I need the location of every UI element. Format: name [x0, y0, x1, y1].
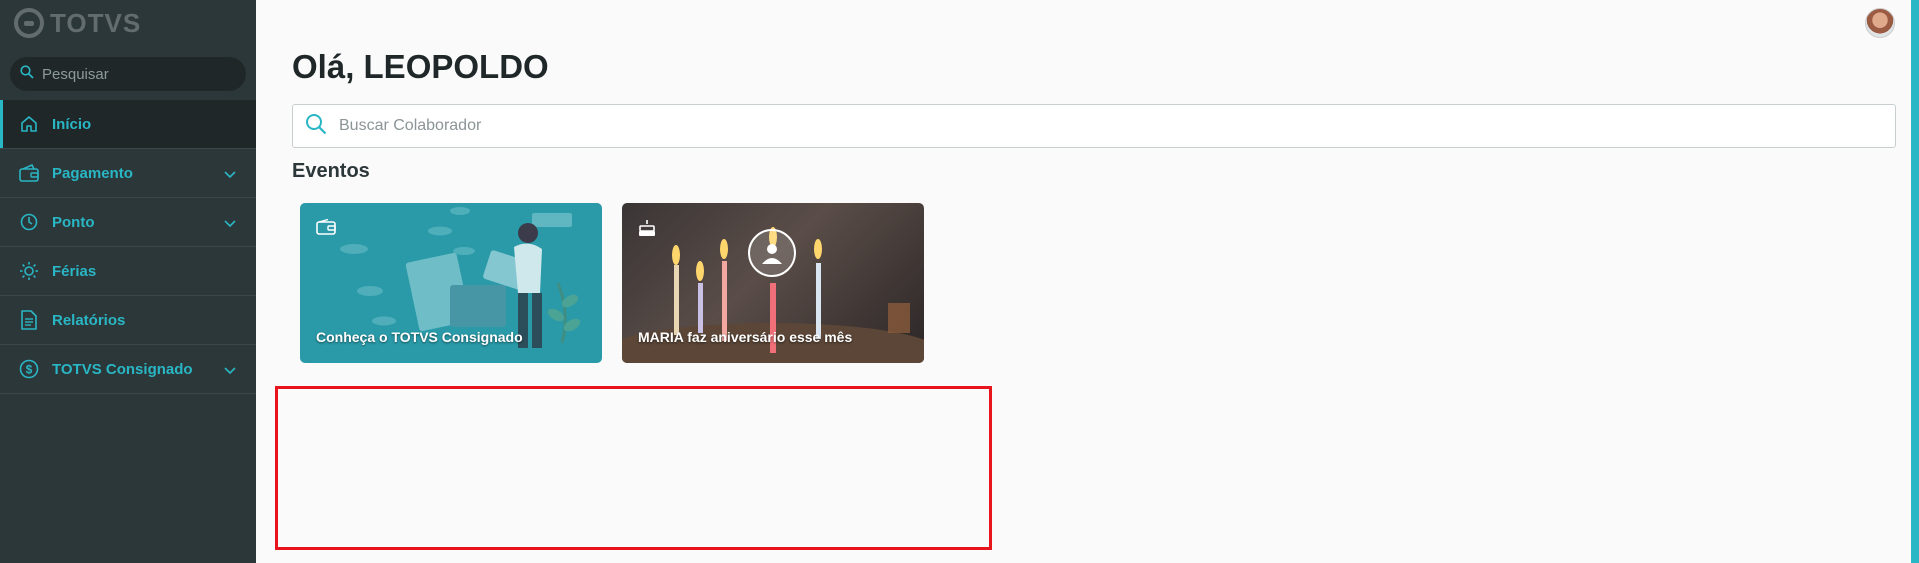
- svg-text:$: $: [26, 363, 33, 377]
- page-title: Olá, LEOPOLDO: [292, 48, 549, 85]
- person-avatar-icon: [748, 229, 796, 277]
- chevron-down-icon[interactable]: [224, 362, 236, 380]
- sidebar-item-inicio[interactable]: Início: [0, 100, 256, 149]
- search-icon: [305, 113, 327, 140]
- sidebar-item-ferias[interactable]: Férias: [0, 247, 256, 296]
- sidebar-item-label: Relatórios: [52, 311, 126, 329]
- sidebar-item-relatorios[interactable]: Relatórios: [0, 296, 256, 345]
- sun-icon: [18, 260, 40, 282]
- document-icon: [18, 309, 40, 331]
- sidebar-item-ponto[interactable]: Ponto: [0, 198, 256, 247]
- wallet-icon: [18, 162, 40, 184]
- sidebar-search[interactable]: [10, 57, 246, 91]
- sidebar-item-label: Férias: [52, 262, 97, 280]
- chevron-down-icon[interactable]: [224, 215, 236, 233]
- user-avatar[interactable]: [1865, 8, 1895, 38]
- collaborator-search[interactable]: [292, 104, 1896, 148]
- home-icon: [18, 113, 40, 135]
- search-icon: [20, 64, 34, 84]
- logo-text: TOTVS: [50, 7, 142, 38]
- chevron-down-icon[interactable]: [224, 166, 236, 184]
- sidebar-item-label: Ponto: [52, 213, 95, 231]
- events-heading: Eventos: [292, 160, 370, 182]
- sidebar-item-label: Início: [52, 115, 92, 133]
- sidebar: TOTVS Início Pagamento Pont: [0, 0, 256, 563]
- wallet-icon: [316, 218, 336, 240]
- event-card-caption: Conheça o TOTVS Consignado: [316, 329, 523, 345]
- event-card-consignado[interactable]: Conheça o TOTVS Consignado: [300, 203, 602, 363]
- cake-icon: [638, 219, 656, 242]
- sidebar-nav: Início Pagamento Ponto Férias Relatórios…: [0, 100, 256, 394]
- sidebar-search-input[interactable]: [42, 65, 232, 83]
- sidebar-item-pagamento[interactable]: Pagamento: [0, 149, 256, 198]
- totvs-logo-icon: [14, 8, 44, 38]
- event-card-caption: MARIA faz aniversário esse mês: [638, 329, 853, 345]
- sidebar-item-totvs-consignado[interactable]: $ TOTVS Consignado: [0, 345, 256, 394]
- sidebar-item-label: TOTVS Consignado: [52, 360, 193, 378]
- highlight-box: [275, 386, 992, 550]
- dollar-circle-icon: $: [18, 358, 40, 380]
- event-card-birthday[interactable]: MARIA faz aniversário esse mês: [622, 203, 924, 363]
- clock-icon: [18, 211, 40, 233]
- totvs-logo[interactable]: TOTVS: [14, 8, 141, 38]
- collaborator-search-input[interactable]: [339, 117, 1839, 135]
- right-scroll-edge: [1911, 0, 1919, 563]
- sidebar-item-label: Pagamento: [52, 164, 133, 182]
